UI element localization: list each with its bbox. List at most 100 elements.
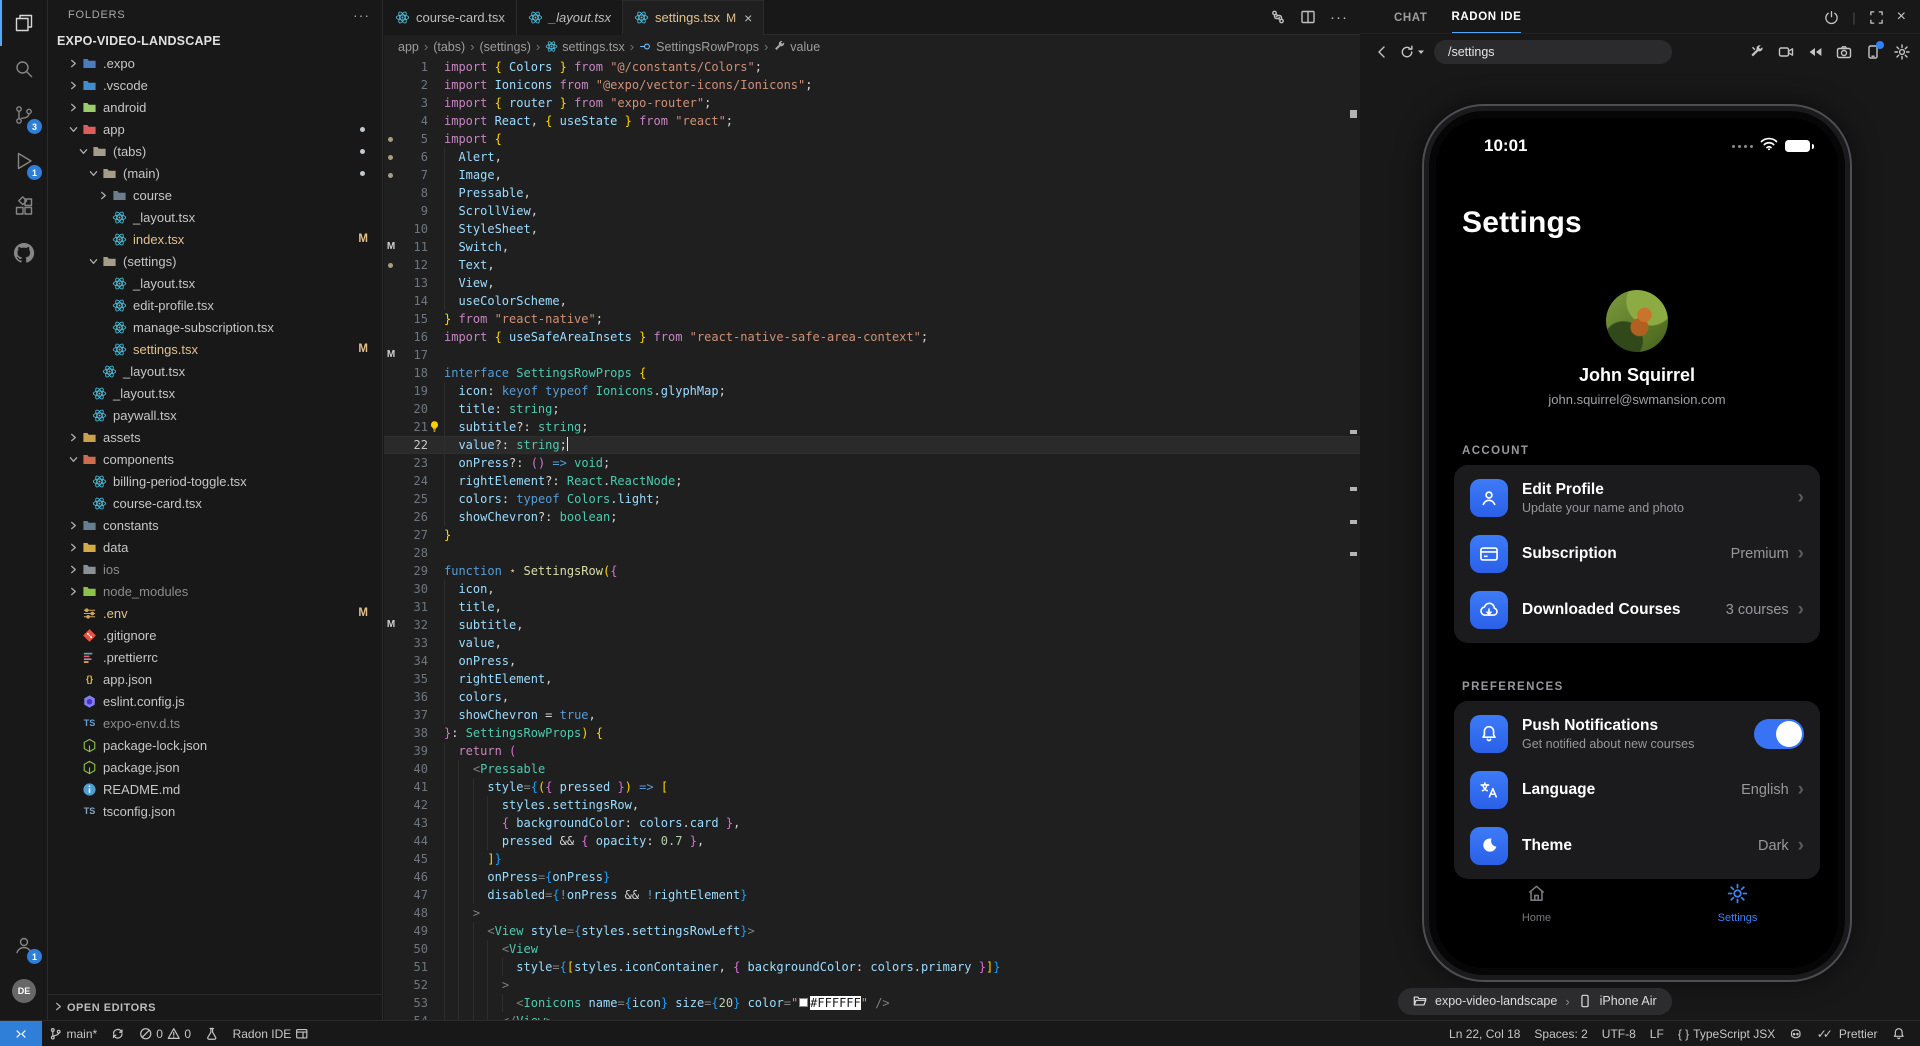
tree-item-data[interactable]: data bbox=[48, 536, 382, 558]
enter-fullscreen-icon[interactable] bbox=[1869, 10, 1884, 25]
breadcrumb-item-(tabs)[interactable]: (tabs) bbox=[433, 40, 465, 54]
tree-item-billing-period-toggle.tsx[interactable]: billing-period-toggle.tsx bbox=[48, 470, 382, 492]
tree-item-expo-env.d.ts[interactable]: TSexpo-env.d.ts bbox=[48, 712, 382, 734]
remote-indicator[interactable] bbox=[0, 1021, 42, 1046]
tree-item-.expo[interactable]: .expo bbox=[48, 52, 382, 74]
route-url-bar[interactable]: /settings bbox=[1434, 40, 1672, 64]
activity-accounts-button[interactable]: 1 bbox=[0, 922, 48, 968]
settings-row-downloaded-courses[interactable]: Downloaded Courses3 courses› bbox=[1454, 582, 1820, 638]
settings-row-subscription[interactable]: SubscriptionPremium› bbox=[1454, 526, 1820, 582]
tree-item-ios[interactable]: ios bbox=[48, 558, 382, 580]
activity-search-button[interactable] bbox=[0, 46, 48, 92]
tree-item-manage-subscription.tsx[interactable]: manage-subscription.tsx bbox=[48, 316, 382, 338]
navigate-back-icon[interactable] bbox=[1374, 44, 1390, 60]
breadcrumb-item-settings.tsx[interactable]: settings.tsx bbox=[545, 40, 625, 54]
profile-avatar[interactable] bbox=[1606, 290, 1668, 352]
tree-item-course-card.tsx[interactable]: course-card.tsx bbox=[48, 492, 382, 514]
tree-item-paywall.tsx[interactable]: paywall.tsx bbox=[48, 404, 382, 426]
tree-item-index.tsx[interactable]: index.tsxM bbox=[48, 228, 382, 250]
tree-item-tsconfig.json[interactable]: TStsconfig.json bbox=[48, 800, 382, 822]
editor-tab-_layout.tsx[interactable]: _layout.tsx bbox=[517, 0, 623, 35]
editor-more-actions-icon[interactable]: ··· bbox=[1330, 9, 1348, 26]
tree-item-package-lock.json[interactable]: package-lock.json bbox=[48, 734, 382, 756]
tree-item-android[interactable]: android bbox=[48, 96, 382, 118]
folders-more-actions-icon[interactable]: ··· bbox=[353, 7, 370, 23]
language-mode[interactable]: { }TypeScript JSX bbox=[1671, 1021, 1782, 1046]
tab-radon-ide[interactable]: RADON IDE bbox=[1452, 11, 1522, 33]
tree-item-(tabs)[interactable]: (tabs) bbox=[48, 140, 382, 162]
eol-sequence[interactable]: LF bbox=[1643, 1021, 1671, 1046]
settings-row-theme[interactable]: ThemeDark› bbox=[1454, 818, 1820, 874]
activity-run-and-debug-button[interactable]: 1 bbox=[0, 138, 48, 184]
activity-extensions-button[interactable] bbox=[0, 184, 48, 230]
tree-item-README.md[interactable]: README.md bbox=[48, 778, 382, 800]
tree-item-_layout.tsx[interactable]: _layout.tsx bbox=[48, 206, 382, 228]
tree-item-settings.tsx[interactable]: settings.tsxM bbox=[48, 338, 382, 360]
tree-item-.prettierrc[interactable]: .prettierrc bbox=[48, 646, 382, 668]
breadcrumb-item-app[interactable]: app bbox=[398, 40, 419, 54]
user-avatar[interactable]: DE bbox=[0, 968, 48, 1014]
tree-item-edit-profile.tsx[interactable]: edit-profile.tsx bbox=[48, 294, 382, 316]
activity-source-control-button[interactable]: 3 bbox=[0, 92, 48, 138]
activity-explorer-button[interactable] bbox=[0, 0, 48, 46]
tree-item-_layout.tsx[interactable]: _layout.tsx bbox=[48, 272, 382, 294]
reload-button[interactable] bbox=[1399, 44, 1425, 60]
lightbulb-icon[interactable] bbox=[428, 420, 441, 433]
cursor-position[interactable]: Ln 22, Col 18 bbox=[1442, 1021, 1527, 1046]
dev-tools-icon[interactable] bbox=[1749, 44, 1765, 60]
tree-item-package.json[interactable]: package.json bbox=[48, 756, 382, 778]
screen-recording-icon[interactable] bbox=[1778, 44, 1794, 60]
problems-status[interactable]: 00 bbox=[132, 1021, 198, 1046]
code-editor[interactable]: 1import { Colors } from "@/constants/Col… bbox=[384, 58, 1360, 1020]
breadcrumb-item-SettingsRowProps[interactable]: SettingsRowProps bbox=[639, 40, 759, 54]
tree-item-(settings)[interactable]: (settings) bbox=[48, 250, 382, 272]
breadcrumb-item-value[interactable]: value bbox=[773, 40, 820, 54]
tab-chat[interactable]: CHAT bbox=[1394, 12, 1428, 33]
tree-item-assets[interactable]: assets bbox=[48, 426, 382, 448]
open-changes-icon[interactable] bbox=[1270, 9, 1286, 25]
editor-tab-course-card.tsx[interactable]: course-card.tsx bbox=[384, 0, 517, 35]
tree-item-.env[interactable]: .envM bbox=[48, 602, 382, 624]
editor-tab-settings.tsx[interactable]: settings.tsxM× bbox=[623, 0, 764, 35]
tree-item-course[interactable]: course bbox=[48, 184, 382, 206]
settings-row-edit-profile[interactable]: Edit ProfileUpdate your name and photo› bbox=[1454, 470, 1820, 526]
phone-tab-settings[interactable]: Settings bbox=[1637, 882, 1838, 924]
close-panel-icon[interactable]: × bbox=[1897, 8, 1906, 26]
tree-item-app.json[interactable]: {}app.json bbox=[48, 668, 382, 690]
device-selector[interactable]: expo-video-landscape›iPhone Air bbox=[1398, 988, 1672, 1015]
open-editors-section[interactable]: OPEN EDITORS bbox=[48, 994, 382, 1020]
breadcrumb-item-(settings)[interactable]: (settings) bbox=[480, 40, 531, 54]
power-icon[interactable] bbox=[1824, 10, 1839, 25]
device-settings-icon[interactable] bbox=[1865, 44, 1881, 60]
replay-icon[interactable] bbox=[1807, 44, 1823, 60]
phone-tab-home[interactable]: Home bbox=[1436, 882, 1637, 924]
panel-settings-icon[interactable] bbox=[1894, 44, 1910, 60]
tree-root-expo-video-landscape[interactable]: EXPO-VIDEO-LANDSCAPE bbox=[48, 30, 382, 52]
git-branch-status[interactable]: main* bbox=[42, 1021, 104, 1046]
settings-row-push-notifications[interactable]: Push NotificationsGet notified about new… bbox=[1454, 706, 1820, 762]
radon-ide-launcher[interactable]: Radon IDE bbox=[226, 1021, 316, 1046]
tree-item-_layout.tsx[interactable]: _layout.tsx bbox=[48, 360, 382, 382]
tree-item-constants[interactable]: constants bbox=[48, 514, 382, 536]
settings-row-language[interactable]: LanguageEnglish› bbox=[1454, 762, 1820, 818]
copilot-status[interactable] bbox=[1782, 1021, 1810, 1046]
tree-item-components[interactable]: components bbox=[48, 448, 382, 470]
activity-github-button[interactable] bbox=[0, 230, 48, 276]
push-notifications-toggle[interactable] bbox=[1754, 719, 1804, 749]
tree-item-node_modules[interactable]: node_modules bbox=[48, 580, 382, 602]
formatter-status[interactable]: ✓✓Prettier bbox=[1810, 1021, 1885, 1046]
tree-item-.gitignore[interactable]: .gitignore bbox=[48, 624, 382, 646]
screenshot-icon[interactable] bbox=[1836, 44, 1852, 60]
split-editor-icon[interactable] bbox=[1300, 9, 1316, 25]
indentation[interactable]: Spaces: 2 bbox=[1527, 1021, 1594, 1046]
encoding[interactable]: UTF-8 bbox=[1595, 1021, 1643, 1046]
tree-item-.vscode[interactable]: .vscode bbox=[48, 74, 382, 96]
tree-item-(main)[interactable]: (main) bbox=[48, 162, 382, 184]
tree-item-app[interactable]: app bbox=[48, 118, 382, 140]
close-tab-icon[interactable]: × bbox=[744, 10, 752, 26]
sync-changes[interactable] bbox=[104, 1021, 132, 1046]
tree-item-eslint.config.js[interactable]: eslint.config.js bbox=[48, 690, 382, 712]
test-beaker[interactable] bbox=[198, 1021, 226, 1046]
notifications[interactable] bbox=[1885, 1021, 1913, 1046]
tree-item-_layout.tsx[interactable]: _layout.tsx bbox=[48, 382, 382, 404]
